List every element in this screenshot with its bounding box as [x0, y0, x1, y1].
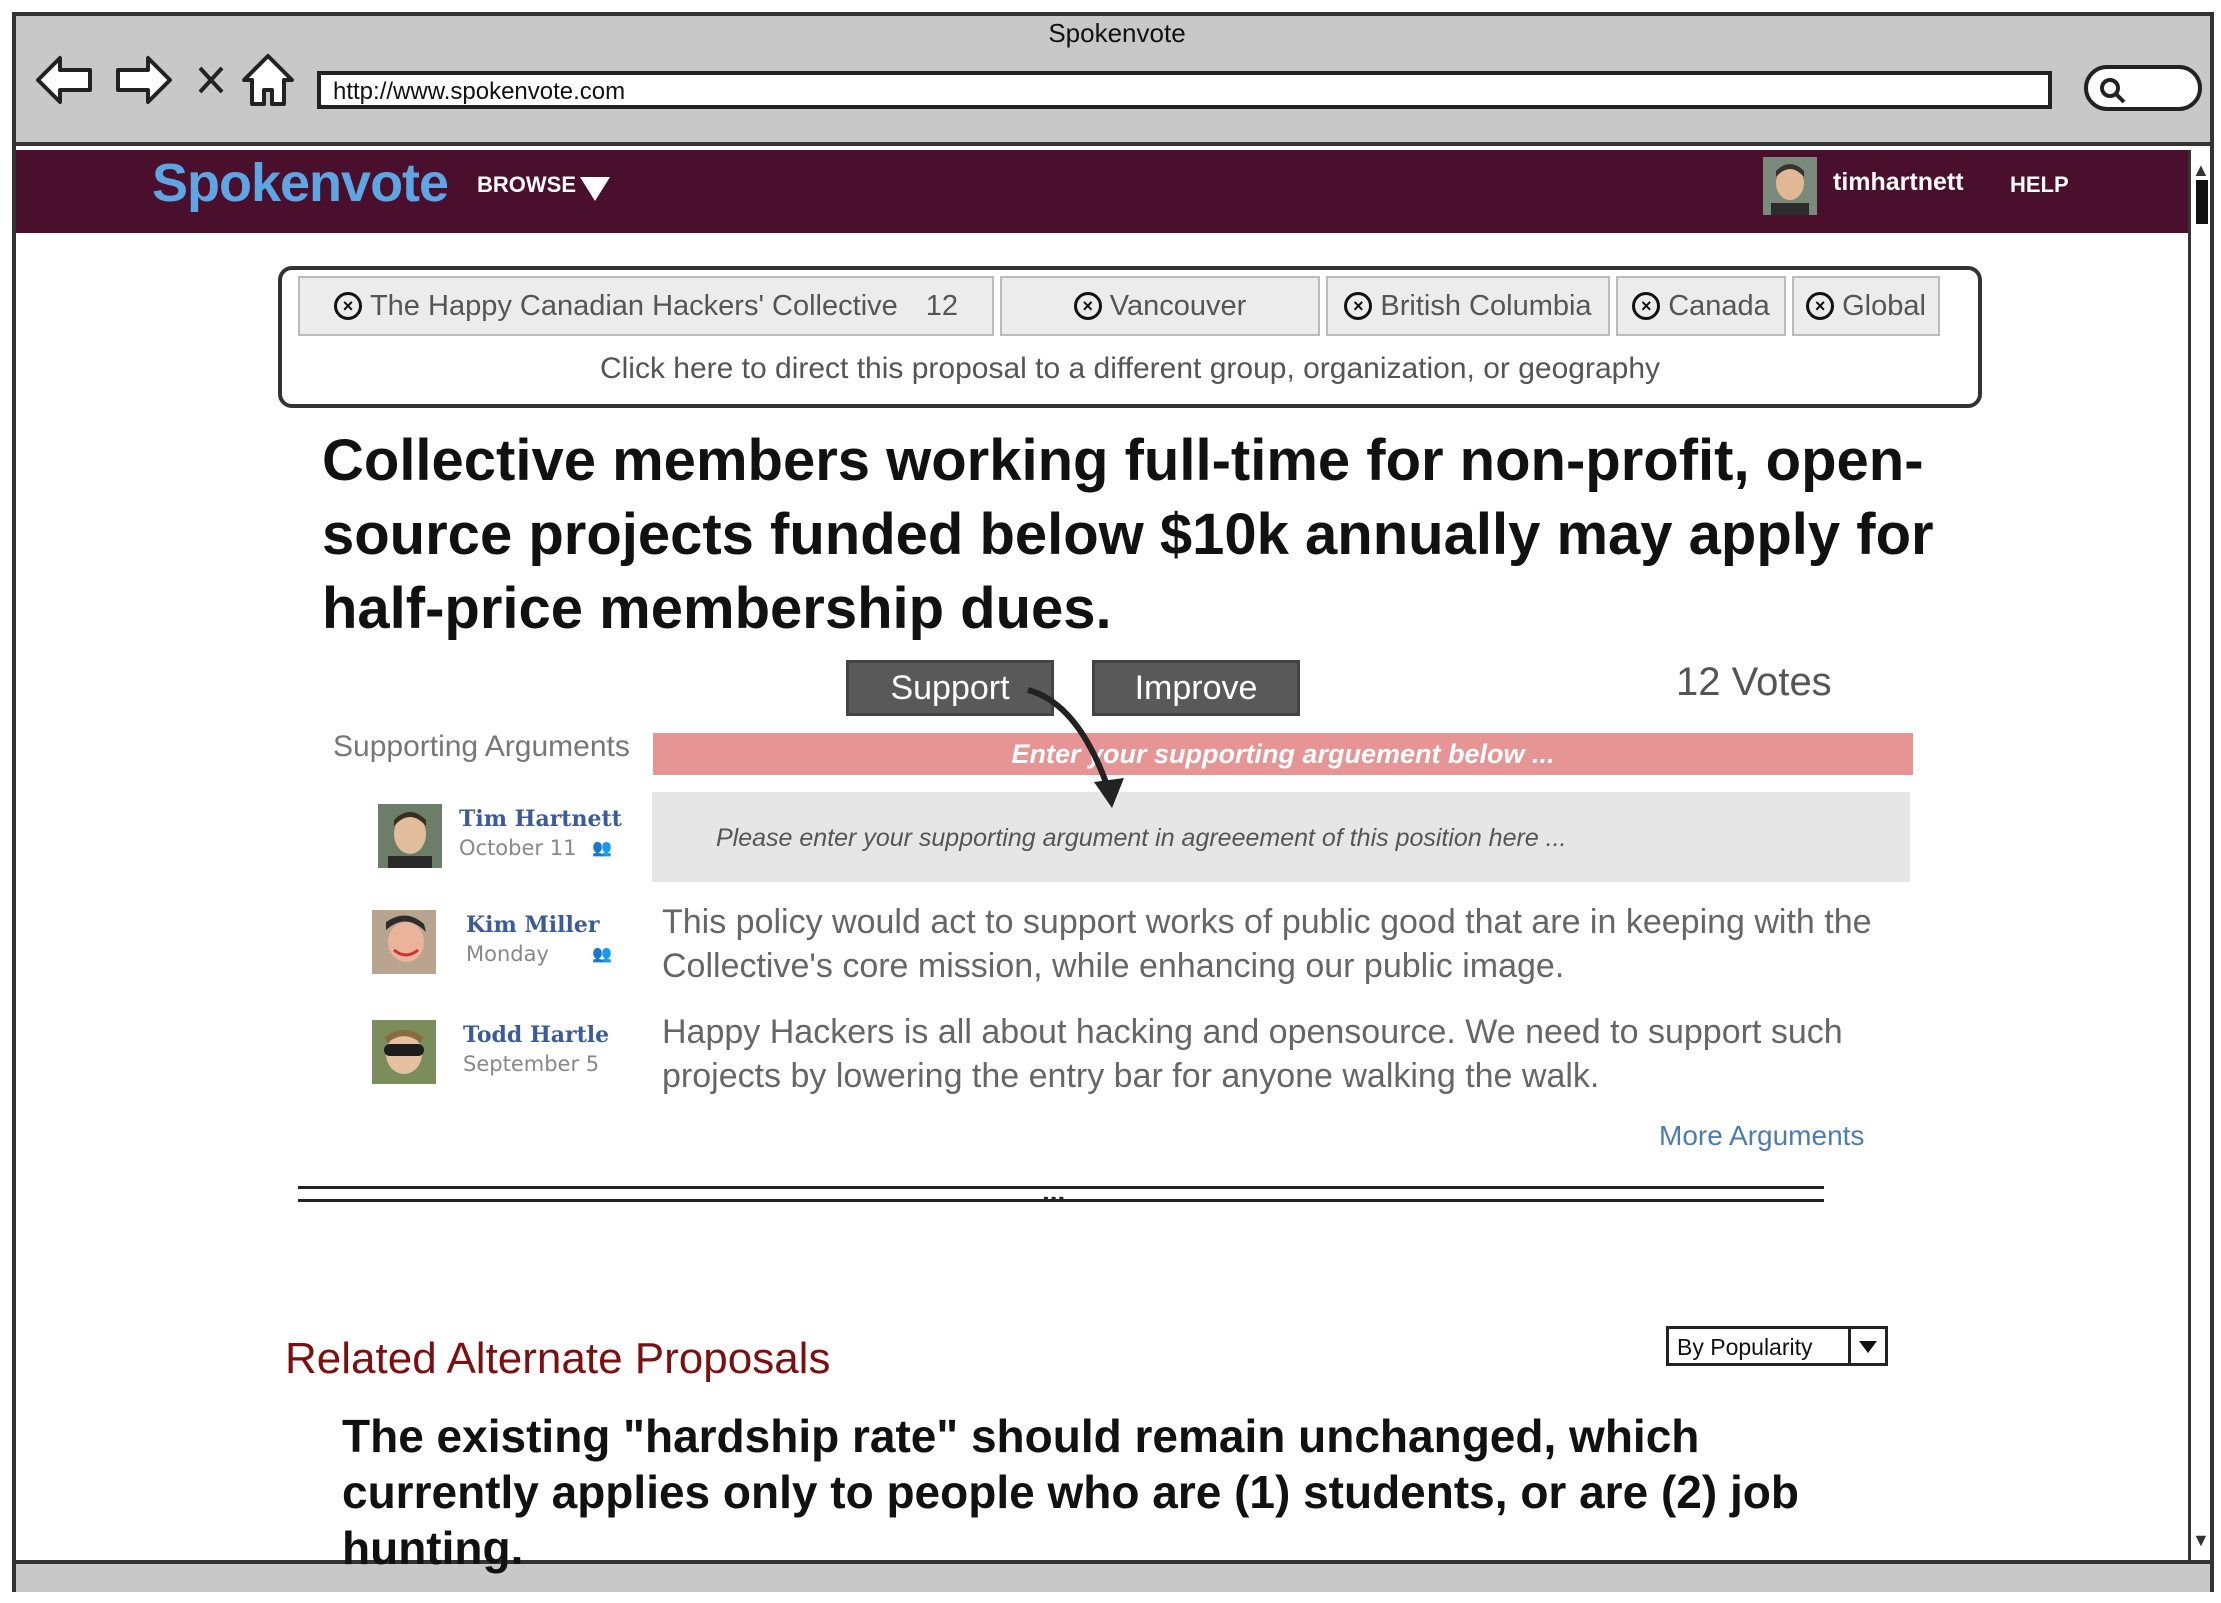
chip-label: Canada	[1668, 289, 1770, 322]
forward-arrow-icon[interactable]	[114, 50, 174, 110]
argument-author[interactable]: Kim Miller	[466, 912, 599, 938]
target-chip-canada[interactable]: × Canada	[1616, 276, 1786, 336]
argument-date: Monday	[466, 942, 549, 966]
people-icon: 👥	[592, 946, 612, 963]
remove-icon[interactable]: ×	[1806, 292, 1835, 320]
avatar[interactable]	[372, 910, 436, 974]
avatar[interactable]	[378, 804, 442, 868]
username-link[interactable]: timhartnett	[1833, 168, 1964, 197]
chip-count: 12	[925, 289, 959, 322]
sort-value: By Popularity	[1677, 1334, 1813, 1360]
argument-text: This policy would act to support works o…	[662, 903, 1872, 985]
url-bar[interactable]: http://www.spokenvote.com	[317, 71, 2052, 109]
target-chip-vancouver[interactable]: × Vancouver	[1000, 276, 1320, 336]
scroll-up-icon[interactable]: ▲	[2192, 160, 2210, 181]
curved-arrow-icon	[1027, 687, 1124, 808]
remove-icon[interactable]: ×	[1073, 292, 1102, 320]
remove-icon[interactable]: ×	[1344, 292, 1373, 320]
related-proposals-title: Related Alternate Proposals	[285, 1334, 831, 1383]
back-arrow-icon[interactable]	[34, 50, 94, 110]
proposal-text: Collective members working full-time for…	[322, 428, 1934, 641]
avatar[interactable]	[1763, 157, 1817, 215]
chip-label: British Columbia	[1380, 289, 1592, 322]
chip-label: Global	[1842, 289, 1926, 322]
browser-search-field[interactable]	[2084, 65, 2202, 111]
window-title: Spokenvote	[1048, 18, 1186, 48]
argument-text: Happy Hackers is all about hacking and o…	[662, 1013, 1843, 1095]
dropdown-arrow-icon[interactable]	[1848, 1329, 1885, 1363]
argument-date: October 11	[459, 836, 577, 860]
people-icon: 👥	[592, 840, 612, 857]
sort-dropdown[interactable]: By Popularity	[1666, 1326, 1888, 1366]
alternate-proposal[interactable]: The existing "hardship rate" should rema…	[342, 1408, 1902, 1576]
targets-hint[interactable]: Click here to direct this proposal to a …	[278, 352, 1982, 386]
scroll-down-icon[interactable]: ▼	[2192, 1530, 2210, 1551]
remove-icon[interactable]: ×	[1632, 292, 1661, 320]
vote-count: 12 Votes	[1676, 660, 1832, 704]
avatar[interactable]	[372, 1020, 436, 1084]
scrollbar[interactable]	[2188, 150, 2210, 1560]
help-link[interactable]: HELP	[2010, 172, 2069, 198]
target-chip-british-columbia[interactable]: × British Columbia	[1326, 276, 1610, 336]
remove-icon[interactable]: ×	[333, 292, 362, 320]
home-icon[interactable]	[240, 50, 300, 110]
target-chip-collective[interactable]: × The Happy Canadian Hackers' Collective…	[298, 276, 994, 336]
argument-author[interactable]: Todd Hartle	[463, 1022, 609, 1048]
supporting-arguments-label: Supporting Arguments	[333, 730, 630, 763]
divider-handle[interactable]: ...	[1042, 1176, 1065, 1208]
scroll-thumb[interactable]	[2196, 180, 2208, 224]
more-arguments-link[interactable]: More Arguments	[1659, 1120, 1864, 1152]
chevron-down-icon[interactable]	[580, 177, 610, 201]
site-logo[interactable]: Spokenvote	[152, 152, 449, 214]
chip-label: The Happy Canadian Hackers' Collective	[369, 289, 898, 322]
target-chip-global[interactable]: × Global	[1792, 276, 1940, 336]
argument-author[interactable]: Tim Hartnett	[459, 806, 622, 832]
argument-prompt-bar: Enter your supporting arguement below ..…	[653, 733, 1913, 775]
browse-menu[interactable]: BROWSE	[477, 172, 576, 198]
search-icon	[2100, 78, 2126, 104]
argument-date: September 5	[463, 1052, 600, 1076]
chip-label: Vancouver	[1109, 289, 1247, 322]
argument-input[interactable]: Please enter your supporting argument in…	[652, 792, 1910, 882]
